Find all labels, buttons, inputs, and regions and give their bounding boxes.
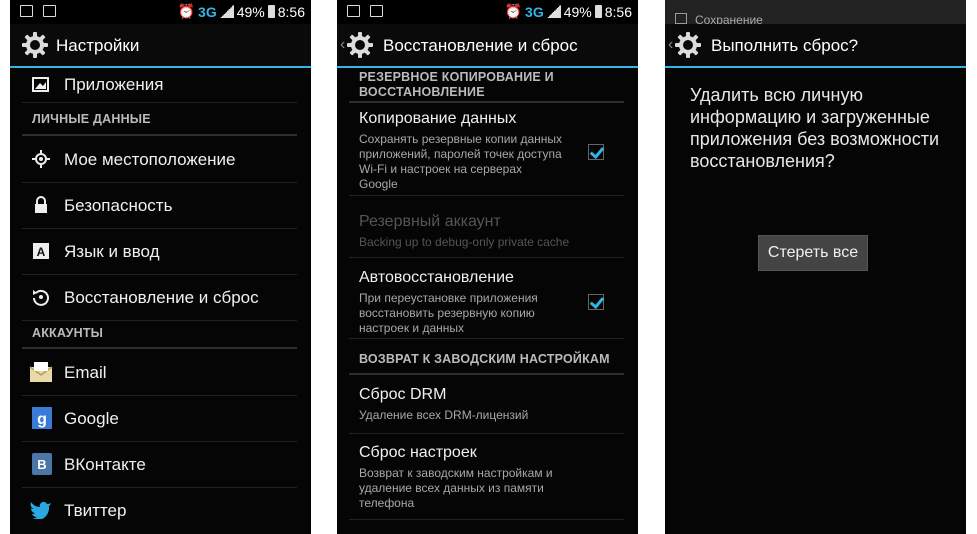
network-type: 3G bbox=[198, 3, 217, 20]
media-notification-icon bbox=[370, 5, 383, 17]
settings-item-label: Приложения bbox=[64, 75, 164, 94]
email-icon bbox=[29, 362, 53, 382]
factory-reset-item[interactable]: Сброс настроек Возврат к заводским настр… bbox=[349, 444, 624, 520]
svg-text:g: g bbox=[37, 411, 47, 428]
page-title: Восстановление и сброс bbox=[383, 36, 578, 55]
previous-item-label: Сохранение bbox=[695, 13, 763, 24]
network-type: 3G bbox=[525, 3, 544, 20]
battery-percent: 49% bbox=[563, 3, 592, 20]
section-header-accounts: АККАУНТЫ bbox=[22, 326, 297, 349]
clock: 8:56 bbox=[604, 3, 632, 20]
previous-screen-peek: Сохранение bbox=[665, 0, 966, 24]
settings-gear-icon[interactable] bbox=[347, 32, 373, 58]
restore-icon bbox=[33, 289, 49, 306]
alarm-icon: ⏰ bbox=[177, 3, 196, 19]
settings-gear-icon[interactable] bbox=[675, 32, 701, 58]
settings-item-language[interactable]: A Язык и ввод bbox=[22, 229, 297, 275]
signal-icon bbox=[546, 5, 561, 18]
section-header-line: ВОССТАНОВЛЕНИЕ bbox=[359, 85, 485, 99]
alarm-icon: ⏰ bbox=[504, 3, 523, 19]
twitter-icon bbox=[30, 501, 51, 519]
google-icon: g bbox=[32, 407, 52, 429]
drm-reset-title: Сброс DRM bbox=[359, 386, 447, 403]
section-header-line: РЕЗЕРВНОЕ КОПИРОВАНИЕ И bbox=[359, 70, 554, 84]
reset-warning-message: Удалить всю личную информацию и загружен… bbox=[690, 85, 939, 171]
back-caret-icon[interactable]: ‹ bbox=[340, 36, 345, 54]
page-title: Настройки bbox=[56, 36, 140, 55]
backup-reset-screen: ⏰ 3G 49% 8:56 ‹ Восстановление и сброс Р… bbox=[337, 0, 638, 534]
svg-text:B: B bbox=[37, 457, 46, 472]
vk-icon: B bbox=[32, 453, 52, 475]
auto-restore-summary: При переустановке приложения восстановит… bbox=[359, 291, 538, 335]
backup-data-summary: Сохранять резервные копии данных приложе… bbox=[359, 132, 563, 191]
signal-icon bbox=[219, 5, 234, 18]
section-header-factory: ВОЗВРАТ К ЗАВОДСКИМ НАСТРОЙКАМ bbox=[349, 352, 624, 375]
action-bar: Настройки bbox=[10, 24, 311, 68]
settings-item-label: Безопасность bbox=[64, 196, 173, 215]
status-bar: ⏰ 3G 49% 8:56 bbox=[337, 0, 638, 24]
settings-item-label: Твиттер bbox=[64, 501, 127, 520]
settings-gear-icon[interactable] bbox=[22, 32, 48, 58]
battery-icon bbox=[267, 5, 275, 18]
settings-item-vk[interactable]: B ВКонтакте bbox=[22, 442, 297, 488]
backup-account-summary: Backing up to debug-only private cache bbox=[359, 235, 570, 249]
apps-icon bbox=[32, 77, 49, 92]
factory-reset-summary: Возврат к заводским настройкам и удалени… bbox=[359, 466, 553, 510]
settings-item-label: Email bbox=[64, 363, 107, 382]
settings-item-twitter[interactable]: Твиттер bbox=[22, 488, 297, 533]
svg-text:A: A bbox=[37, 245, 46, 259]
drm-reset-item[interactable]: Сброс DRM Удаление всех DRM-лицензий bbox=[349, 386, 624, 434]
previous-item-icon bbox=[675, 13, 687, 24]
section-header-backup: РЕЗЕРВНОЕ КОПИРОВАНИЕ И ВОССТАНОВЛЕНИЕ bbox=[349, 70, 624, 103]
backup-data-title: Копирование данных bbox=[359, 110, 517, 127]
settings-item-location[interactable]: Мое местоположение bbox=[22, 137, 297, 183]
battery-icon bbox=[594, 5, 602, 18]
settings-item-apps[interactable]: Приложения bbox=[22, 68, 297, 103]
reset-confirm-screen: Сохранение ‹ Выполнить сброс? Удалить вс… bbox=[665, 0, 966, 534]
backup-account-title: Резервный аккаунт bbox=[359, 213, 501, 230]
settings-item-label: Восстановление и сброс bbox=[64, 288, 259, 307]
media-notification-icon bbox=[43, 5, 56, 17]
auto-restore-checkbox[interactable] bbox=[588, 294, 604, 310]
settings-screen: ⏰ 3G 49% 8:56 Настройки Приложения ЛИЧНЫ… bbox=[10, 0, 311, 534]
backup-account-item: Резервный аккаунт Backing up to debug-on… bbox=[349, 213, 624, 258]
factory-reset-title: Сброс настроек bbox=[359, 444, 477, 461]
lock-icon bbox=[35, 196, 47, 213]
keyboard-icon: A bbox=[33, 243, 49, 259]
page-title: Выполнить сброс? bbox=[711, 36, 859, 55]
backup-data-checkbox[interactable] bbox=[588, 144, 604, 160]
settings-item-google[interactable]: g Google bbox=[22, 396, 297, 442]
auto-restore-item[interactable]: Автовосстановление При переустановке при… bbox=[349, 269, 624, 339]
status-bar: ⏰ 3G 49% 8:56 bbox=[10, 0, 311, 24]
erase-all-button[interactable]: Стереть все bbox=[758, 235, 868, 271]
action-bar: ‹ Восстановление и сброс bbox=[337, 24, 638, 68]
settings-item-label: Язык и ввод bbox=[64, 242, 160, 261]
section-header-personal: ЛИЧНЫЕ ДАННЫЕ bbox=[22, 112, 297, 136]
backup-data-item[interactable]: Копирование данных Сохранять резервные к… bbox=[349, 110, 624, 196]
location-icon bbox=[32, 150, 50, 168]
settings-item-email[interactable]: Email bbox=[22, 350, 297, 396]
settings-item-security[interactable]: Безопасность bbox=[22, 183, 297, 229]
settings-item-backup-reset[interactable]: Восстановление и сброс bbox=[22, 275, 297, 321]
clock: 8:56 bbox=[277, 3, 305, 20]
settings-item-label: Мое местоположение bbox=[64, 150, 236, 169]
settings-item-label: ВКонтакте bbox=[64, 455, 146, 474]
settings-item-label: Google bbox=[64, 409, 119, 428]
gallery-notification-icon bbox=[347, 5, 360, 17]
gallery-notification-icon bbox=[20, 5, 33, 17]
auto-restore-title: Автовосстановление bbox=[359, 269, 514, 286]
back-caret-icon[interactable]: ‹ bbox=[668, 36, 673, 54]
drm-reset-summary: Удаление всех DRM-лицензий bbox=[359, 408, 529, 422]
battery-percent: 49% bbox=[236, 3, 265, 20]
action-bar: ‹ Выполнить сброс? bbox=[665, 24, 966, 68]
